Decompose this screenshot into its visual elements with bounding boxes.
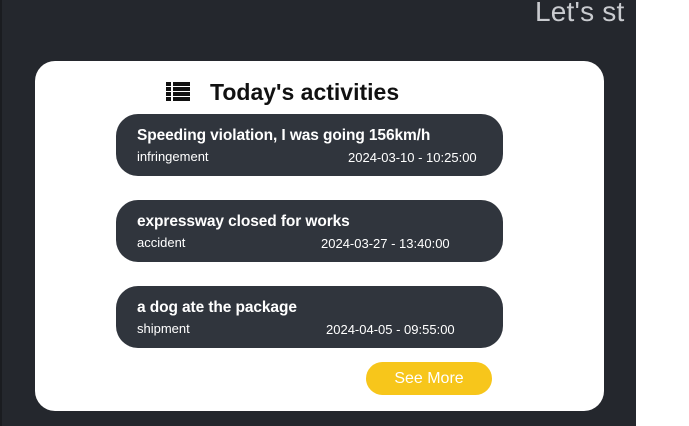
activity-item[interactable]: Speeding violation, I was going 156km/h … — [116, 114, 503, 176]
welcome-heading: Let's st — [535, 0, 625, 27]
list-icon — [166, 82, 190, 102]
activity-title: Speeding violation, I was going 156km/h — [137, 127, 431, 144]
activity-item[interactable]: a dog ate the package shipment 2024-04-0… — [116, 286, 503, 348]
activity-type: accident — [137, 235, 186, 250]
card-header: Today's activities — [166, 78, 399, 106]
activity-item[interactable]: expressway closed for works accident 202… — [116, 200, 503, 262]
activity-title: expressway closed for works — [137, 213, 350, 230]
see-more-button[interactable]: See More — [366, 362, 492, 395]
activity-datetime: 2024-04-05 - 09:55:00 — [326, 322, 455, 337]
card-title: Today's activities — [210, 78, 400, 105]
activity-type: shipment — [137, 321, 190, 336]
activity-datetime: 2024-03-27 - 13:40:00 — [321, 236, 450, 251]
activities-card: Today's activities Speeding violation, I… — [35, 61, 604, 411]
panel-edge — [0, 0, 2, 426]
activity-title: a dog ate the package — [137, 299, 297, 316]
activity-datetime: 2024-03-10 - 10:25:00 — [348, 150, 477, 165]
main-panel: Let's st Today's activities Speeding vio… — [0, 0, 636, 426]
activity-type: infringement — [137, 149, 209, 164]
